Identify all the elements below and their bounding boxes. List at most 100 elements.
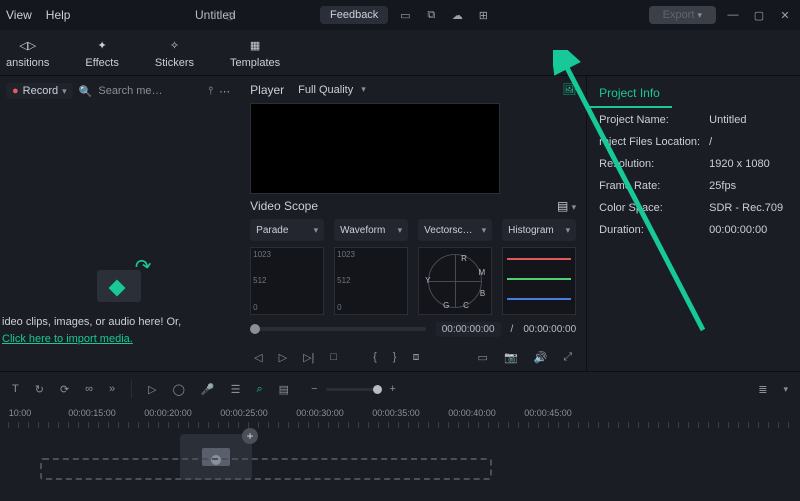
- chevron-down-icon: ▾: [697, 10, 702, 20]
- chevron-down-icon: ▾: [314, 225, 319, 236]
- apps-icon[interactable]: ⊞: [474, 6, 492, 24]
- maximize-icon[interactable]: ▢: [750, 6, 768, 24]
- tool-label: Stickers: [155, 57, 194, 69]
- import-illustration: ↷: [83, 254, 153, 314]
- cloud-icon[interactable]: ☁: [448, 6, 466, 24]
- quality-label: Full Quality: [298, 84, 353, 96]
- export-button[interactable]: Export ▾: [649, 6, 716, 24]
- more-icon[interactable]: ⋯: [219, 85, 230, 98]
- histogram-scope: [502, 247, 576, 315]
- info-key-colorspace: Color Space:: [599, 202, 709, 214]
- view-options-icon[interactable]: ≣: [758, 383, 767, 396]
- import-link[interactable]: Click here to import media.: [2, 331, 236, 348]
- filter-icon[interactable]: ⫯: [208, 85, 213, 98]
- scope-histogram-dropdown[interactable]: Histogram ▾: [502, 219, 576, 241]
- info-key-duration: Duration:: [599, 224, 709, 236]
- tool-stickers[interactable]: ✧ Stickers: [155, 37, 194, 69]
- parade-scope: 1023 512 0: [250, 247, 324, 315]
- chevron-down-icon[interactable]: ▾: [572, 202, 577, 212]
- tool-templates[interactable]: ▦Templates: [230, 37, 280, 69]
- monitor-icon[interactable]: ▭: [478, 351, 488, 364]
- fullscreen-icon[interactable]: ⤢: [563, 351, 572, 364]
- scope-layout-icon[interactable]: ▤: [557, 199, 568, 213]
- menu-help[interactable]: Help: [46, 8, 71, 22]
- info-val-framerate: 25fps: [709, 180, 736, 192]
- mark-out-icon[interactable]: }: [393, 351, 397, 363]
- chevron-down-icon: ▾: [361, 84, 366, 95]
- info-val-resolution: 1920 x 1080: [709, 158, 770, 170]
- zoom-slider[interactable]: [326, 388, 382, 391]
- undo-icon[interactable]: ↻: [35, 383, 44, 396]
- tab-project-info[interactable]: Project Info: [587, 76, 672, 108]
- play-timeline-icon[interactable]: ▷: [148, 383, 156, 396]
- add-clip-button[interactable]: +: [242, 428, 258, 444]
- device-icon[interactable]: ▭: [396, 6, 414, 24]
- ruler-label: 00:00:40:00: [448, 408, 496, 418]
- scope-label: Parade: [256, 225, 288, 236]
- waveform-scope: 1023 512 0: [334, 247, 408, 315]
- magnet-icon[interactable]: ⌕: [257, 383, 263, 396]
- player-label: Player: [250, 83, 284, 97]
- feedback-button[interactable]: Feedback: [320, 6, 388, 24]
- record-dropdown[interactable]: ● Record ▾: [6, 83, 73, 99]
- scope-waveform-dropdown[interactable]: Waveform▾: [334, 219, 408, 241]
- list-icon[interactable]: ☰: [231, 383, 241, 396]
- mark-in-icon[interactable]: {: [373, 351, 377, 363]
- minimize-icon[interactable]: —: [724, 6, 742, 24]
- next-frame-icon[interactable]: ▷|: [303, 351, 314, 364]
- sync-icon[interactable]: ⟳: [60, 383, 69, 396]
- stickers-icon: ✧: [170, 37, 179, 55]
- transitions-icon: ◁▷: [19, 37, 36, 55]
- chevron-down-icon: ▾: [566, 225, 571, 236]
- tool-label: ansitions: [6, 57, 49, 69]
- snapshot-icon[interactable]: 🖼: [562, 83, 576, 96]
- info-val-location: /: [709, 136, 712, 148]
- shield-icon[interactable]: ◯: [173, 383, 185, 396]
- scope-label: Histogram: [508, 225, 554, 236]
- info-val-duration: 00:00:00:00: [709, 224, 767, 236]
- tool-effects[interactable]: ✦Effects: [85, 37, 118, 69]
- close-icon[interactable]: ✕: [776, 6, 794, 24]
- ruler-label: 00:00:25:00: [220, 408, 268, 418]
- stop-icon[interactable]: □: [330, 351, 337, 363]
- chevron-down-icon: ▾: [482, 225, 487, 236]
- tool-transitions[interactable]: ◁▷ ansitions: [6, 37, 49, 69]
- export-label: Export: [663, 9, 695, 21]
- zoom-in-icon[interactable]: +: [390, 383, 396, 395]
- tool-label: Templates: [230, 57, 280, 69]
- tool-label: Effects: [85, 57, 118, 69]
- chevron-down-icon[interactable]: ▾: [783, 384, 788, 395]
- crop-icon[interactable]: ⧈: [412, 351, 419, 364]
- empty-track[interactable]: [40, 458, 492, 480]
- camera-icon[interactable]: 📷: [504, 351, 518, 364]
- record-label: Record: [23, 85, 58, 97]
- overflow-icon[interactable]: »: [109, 383, 115, 395]
- quality-dropdown[interactable]: Full Quality ▾: [298, 84, 366, 96]
- play-icon[interactable]: ▷: [279, 351, 287, 364]
- save-indicator-icon: ◷: [225, 9, 235, 22]
- info-key-name: Project Name:: [599, 114, 709, 126]
- player-viewport[interactable]: [250, 103, 500, 194]
- info-val-name: Untitled: [709, 114, 746, 126]
- mic-icon[interactable]: 🎤: [201, 383, 215, 396]
- zoom-out-icon[interactable]: −: [311, 383, 317, 395]
- volume-icon[interactable]: 🔊: [534, 351, 548, 364]
- text-tool-icon[interactable]: T: [12, 383, 19, 395]
- ruler-label: 10:00: [9, 408, 32, 418]
- search-input[interactable]: Search me…: [98, 85, 162, 97]
- prev-frame-icon[interactable]: ◁: [254, 351, 262, 364]
- ruler-label: 00:00:35:00: [372, 408, 420, 418]
- time-separator: /: [511, 324, 514, 335]
- share-a-icon[interactable]: ⧉: [422, 6, 440, 24]
- scope-vector-dropdown[interactable]: Vectorsc…▾: [418, 219, 492, 241]
- scope-parade-dropdown[interactable]: Parade ▾: [250, 219, 324, 241]
- ruler-label: 00:00:20:00: [144, 408, 192, 418]
- seek-slider[interactable]: [250, 327, 426, 331]
- chain-icon[interactable]: ∞: [85, 383, 93, 395]
- media-import-zone[interactable]: ↷ ideo clips, images, or audio here! Or,…: [0, 106, 236, 371]
- grid-icon[interactable]: ▤: [279, 383, 289, 396]
- chevron-down-icon: ▾: [398, 225, 403, 236]
- timeline-ruler[interactable]: 10:00 00:00:15:00 00:00:20:00 00:00:25:0…: [8, 406, 792, 428]
- ruler-label: 00:00:15:00: [68, 408, 116, 418]
- menu-view[interactable]: View: [6, 8, 32, 22]
